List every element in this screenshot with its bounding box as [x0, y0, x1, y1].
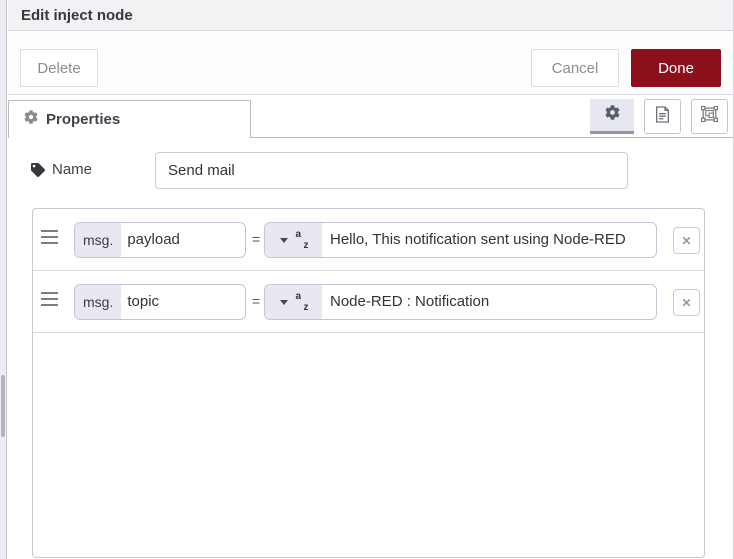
name-field-row: Name [31, 152, 733, 189]
property-row-payload: msg. payload = az Hello, This notificati… [33, 209, 704, 271]
type-select-button[interactable]: az [265, 285, 322, 319]
name-field-label-group: Name [31, 161, 92, 178]
dialog-toolbar: Delete Cancel Done [8, 31, 733, 95]
tab-bar: Properties [8, 95, 733, 138]
chevron-down-icon [279, 299, 288, 305]
drag-handle-icon[interactable] [41, 230, 58, 248]
property-row-topic: msg. topic = az Node-RED : Notification … [33, 271, 704, 333]
gear-icon [605, 105, 620, 125]
equals-sign: = [252, 293, 261, 309]
chevron-down-icon [279, 237, 288, 243]
properties-tab-button[interactable] [590, 99, 634, 134]
inject-properties-list: msg. payload = az Hello, This notificati… [32, 208, 705, 558]
delete-button[interactable]: Delete [20, 49, 98, 87]
cancel-button[interactable]: Cancel [531, 49, 619, 87]
equals-sign: = [252, 231, 261, 247]
remove-row-button[interactable]: ✕ [673, 289, 700, 316]
dialog-header: Edit inject node [8, 0, 733, 31]
appearance-tab-button[interactable] [691, 99, 728, 134]
name-input[interactable] [155, 152, 628, 189]
tag-icon [31, 162, 45, 177]
msg-prefix: msg. [75, 223, 122, 257]
property-key-field[interactable]: msg. topic [74, 284, 246, 320]
typed-input: az Hello, This notification sent using N… [264, 222, 657, 258]
done-button[interactable]: Done [631, 49, 721, 87]
tray-resize-bar[interactable] [0, 0, 7, 559]
property-key[interactable]: payload [121, 223, 180, 257]
string-type-icon: az [295, 229, 309, 251]
type-select-button[interactable]: az [265, 223, 322, 257]
property-value-input[interactable]: Node-RED : Notification [322, 285, 489, 319]
appearance-icon [700, 105, 719, 127]
msg-prefix: msg. [75, 285, 122, 319]
string-type-icon: az [295, 291, 309, 313]
tab-properties-label: Properties [46, 111, 121, 128]
property-key-field[interactable]: msg. payload [74, 222, 246, 258]
edit-inject-node-dialog: Edit inject node Delete Cancel Done Prop… [0, 0, 734, 559]
tab-toolbar-buttons [590, 99, 728, 134]
tab-properties[interactable]: Properties [8, 100, 251, 138]
name-label: Name [52, 161, 93, 178]
property-value-input[interactable]: Hello, This notification sent using Node… [322, 223, 626, 257]
tray-resize-handle[interactable] [1, 375, 5, 437]
dialog-title: Edit inject node [21, 7, 133, 24]
gear-icon [24, 110, 38, 129]
doc-icon [655, 105, 670, 128]
description-tab-button[interactable] [644, 99, 681, 134]
property-key[interactable]: topic [121, 285, 159, 319]
drag-handle-icon[interactable] [41, 292, 58, 310]
remove-row-button[interactable]: ✕ [673, 227, 700, 254]
typed-input: az Node-RED : Notification [264, 284, 657, 320]
